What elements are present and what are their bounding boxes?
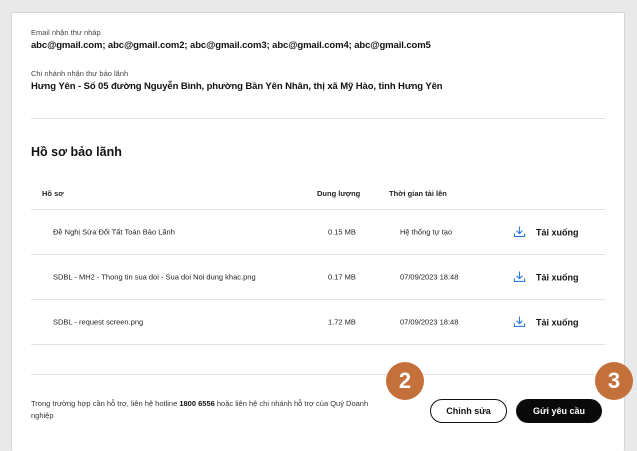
download-label: Tải xuống	[536, 272, 579, 282]
download-label: Tải xuống	[536, 227, 579, 237]
draft-email-field: Email nhận thư nháp abc@gmail.com; abc@g…	[31, 28, 431, 51]
download-button[interactable]: Tải xuống	[513, 226, 579, 239]
documents-title: Hồ sơ bảo lãnh	[31, 145, 122, 159]
file-size: 0.15 MB	[328, 227, 356, 237]
column-header-size: Dung lượng	[317, 189, 361, 198]
table-row: SDBL - request screen.png 1.72 MB 07/09/…	[31, 300, 605, 345]
download-icon	[513, 226, 526, 238]
file-uploaded-time: Hệ thống tự tạo	[400, 227, 453, 237]
file-uploaded-time: 07/09/2023 18:48	[400, 317, 459, 327]
file-name: Đề Nghị Sửa Đổi Tất Toán Bảo Lãnh	[53, 227, 175, 237]
branch-field: Chi nhánh nhận thư bảo lãnh Hưng Yên - S…	[31, 69, 443, 92]
step-badge-send: 3	[595, 362, 633, 400]
support-note: Trong trường hợp cần hỗ trợ, liên hệ hot…	[31, 398, 386, 422]
download-button[interactable]: Tải xuống	[513, 271, 579, 284]
section-divider	[31, 118, 605, 119]
draft-email-label: Email nhận thư nháp	[31, 28, 101, 37]
download-icon	[513, 271, 526, 283]
send-request-button[interactable]: Gửi yêu cầu	[516, 399, 602, 423]
table-row: Đề Nghị Sửa Đổi Tất Toán Bảo Lãnh 0.15 M…	[31, 210, 605, 255]
table-row: SDBL - MH2 - Thong tin sua doi - Sua doi…	[31, 255, 605, 300]
column-header-file: Hồ sơ	[42, 189, 64, 198]
support-hotline: 1800 6556	[179, 399, 215, 408]
download-button[interactable]: Tải xuống	[513, 316, 579, 329]
step-badge-edit: 2	[386, 362, 424, 400]
support-note-prefix: Trong trường hợp cần hỗ trợ, liên hệ hot…	[31, 399, 180, 408]
file-size: 1.72 MB	[328, 317, 356, 327]
file-name: SDBL - MH2 - Thong tin sua doi - Sua doi…	[53, 272, 256, 282]
file-name: SDBL - request screen.png	[53, 317, 144, 327]
column-header-uploaded: Thời gian tải lên	[389, 189, 447, 198]
file-size: 0.17 MB	[328, 272, 356, 282]
footer-divider	[31, 374, 605, 375]
draft-email-value: abc@gmail.com; abc@gmail.com2; abc@gmail…	[31, 40, 431, 51]
branch-value: Hưng Yên - Số 05 đường Nguyễn Bình, phườ…	[31, 81, 443, 92]
download-icon	[513, 316, 526, 328]
branch-label: Chi nhánh nhận thư bảo lãnh	[31, 69, 129, 78]
guarantee-review-card: Email nhận thư nháp abc@gmail.com; abc@g…	[11, 12, 625, 451]
file-uploaded-time: 07/09/2023 18:48	[400, 272, 459, 282]
download-label: Tải xuống	[536, 317, 579, 327]
edit-button[interactable]: Chỉnh sửa	[430, 399, 507, 423]
